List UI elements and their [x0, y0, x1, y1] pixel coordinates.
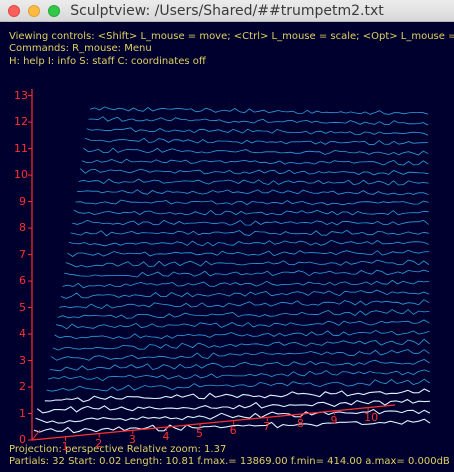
partial-line: [78, 178, 429, 186]
y-tick-label: 7: [19, 247, 26, 261]
partial-line: [80, 168, 429, 176]
partial-line: [86, 127, 429, 136]
x-tick-label: 2: [95, 436, 103, 450]
x-tick-label: 7: [263, 420, 271, 434]
partial-line: [59, 299, 430, 309]
y-tick-label: 12: [14, 115, 28, 129]
viewing-controls-text: Viewing controls: <Shift> L_mouse = move…: [9, 31, 454, 42]
x-tick-label: 6: [229, 423, 237, 437]
partial-line: [70, 229, 429, 237]
x-tick-label: 4: [162, 430, 170, 444]
y-tick-label: 6: [19, 274, 26, 288]
z-axis: [31, 429, 41, 441]
partial-line: [89, 106, 429, 115]
partial-line: [62, 279, 430, 289]
x-tick-label: 5: [196, 426, 204, 440]
y-tick-label: 1: [19, 406, 26, 420]
x-tick-label: 3: [128, 433, 136, 447]
y-tick-label: 3: [19, 353, 26, 367]
partial-line: [49, 359, 430, 372]
partial-line: [85, 137, 429, 146]
y-tick-label: 11: [14, 141, 28, 155]
projection-text: Projection: perspective Relative zoom: 1…: [9, 444, 227, 455]
partial-line: [51, 349, 430, 361]
partial-line: [68, 239, 429, 247]
partial-line: [47, 369, 430, 382]
partial-line: [75, 199, 429, 206]
partial-line: [81, 158, 429, 166]
window-title: Sculptview: /Users/Shared/##trumpetm2.tx…: [70, 3, 384, 19]
commands-text: Commands: R_mouse: Menu: [9, 43, 152, 54]
x-tick-label: 8: [296, 417, 304, 431]
title-bar: Sculptview: /Users/Shared/##trumpetm2.tx…: [0, 0, 454, 22]
y-tick-label: 2: [19, 380, 26, 394]
y-tick-label: 9: [19, 194, 26, 208]
y-tick-label: 0: [19, 433, 26, 446]
partial-line: [72, 219, 429, 226]
x-tick-label: 10: [364, 410, 379, 424]
x-tick-label: 1: [61, 439, 69, 453]
y-tick-label: 5: [19, 300, 26, 314]
partial-line: [64, 269, 430, 278]
partial-line: [44, 388, 431, 403]
y-tick-label: 13: [14, 88, 28, 102]
partial-line: [56, 319, 430, 330]
y-tick-label: 8: [19, 221, 26, 235]
partial-line: [60, 289, 430, 299]
partial-line: [67, 249, 429, 257]
partial-line: [54, 329, 430, 340]
partial-line: [57, 308, 430, 319]
y-tick-label: 4: [19, 327, 26, 341]
sculpt-view-canvas[interactable]: Viewing controls: <Shift> L_mouse = move…: [0, 22, 454, 472]
partial-line: [77, 189, 429, 195]
partial-line: [73, 209, 429, 216]
partials-plot: [28, 89, 431, 441]
y-tick-label: 10: [14, 168, 28, 182]
partial-line: [83, 147, 429, 156]
partial-line: [52, 338, 430, 351]
shortcuts-text: H: help I: info S: staff C: coordinates …: [9, 56, 206, 67]
partial-line: [65, 259, 430, 268]
partials-stats-text: Partials: 32 Start: 0.02 Length: 10.81 f…: [9, 456, 450, 467]
partial-line: [88, 116, 429, 126]
partial-line: [46, 378, 430, 392]
x-tick-label: 9: [330, 413, 338, 427]
